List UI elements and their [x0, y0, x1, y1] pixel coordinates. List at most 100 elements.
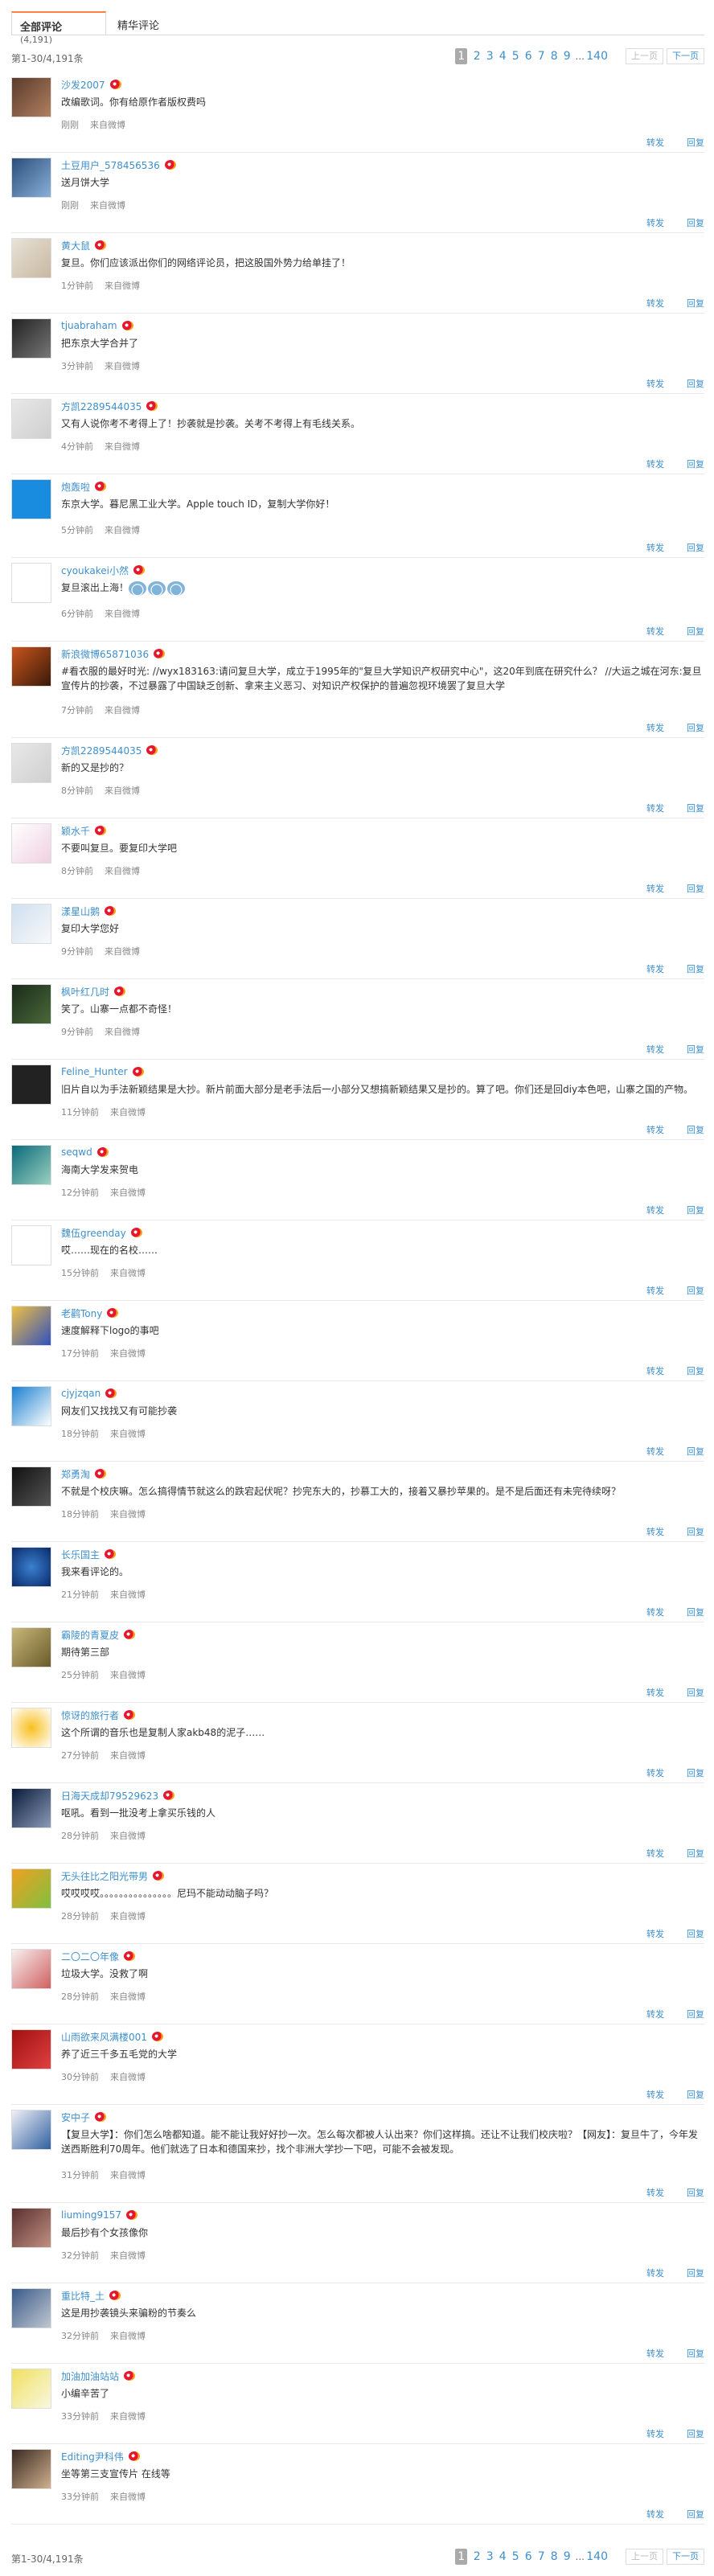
- forward-button[interactable]: 转发: [646, 216, 664, 229]
- forward-button[interactable]: 转发: [646, 1445, 664, 1458]
- username-link[interactable]: 无头往比之阳光带男: [61, 1869, 148, 1883]
- weibo-icon[interactable]: [95, 482, 107, 491]
- forward-button[interactable]: 转发: [646, 1364, 664, 1377]
- weibo-icon[interactable]: [126, 2210, 138, 2220]
- weibo-icon[interactable]: [151, 2032, 163, 2041]
- username-link[interactable]: 炮轰啦: [61, 480, 90, 494]
- forward-button[interactable]: 转发: [646, 2266, 664, 2279]
- reply-button[interactable]: 回复: [687, 136, 704, 149]
- weibo-icon[interactable]: [146, 401, 158, 411]
- page-7-link[interactable]: 7: [535, 50, 548, 63]
- forward-button[interactable]: 转发: [646, 2347, 664, 2360]
- page-8-link[interactable]: 8: [548, 50, 560, 63]
- weibo-icon[interactable]: [124, 1710, 136, 1720]
- reply-button[interactable]: 回复: [687, 2508, 704, 2521]
- username-link[interactable]: 魏伍greenday: [61, 1226, 126, 1240]
- page-7-link[interactable]: 7: [535, 2550, 548, 2563]
- forward-button[interactable]: 转发: [646, 1606, 664, 1618]
- avatar[interactable]: [11, 1547, 51, 1587]
- forward-button[interactable]: 转发: [646, 1204, 664, 1216]
- weibo-icon[interactable]: [124, 1630, 136, 1639]
- page-4-link[interactable]: 4: [496, 50, 509, 63]
- reply-button[interactable]: 回复: [687, 962, 704, 975]
- tab-all-comments[interactable]: 全部评论 (4,191): [11, 11, 106, 45]
- reply-button[interactable]: 回复: [687, 297, 704, 310]
- page-8-link[interactable]: 8: [548, 2550, 560, 2563]
- username-link[interactable]: 郑勇淘: [61, 1467, 90, 1481]
- weibo-icon[interactable]: [105, 1388, 117, 1398]
- forward-button[interactable]: 转发: [646, 1686, 664, 1699]
- username-link[interactable]: 老鹳Tony: [61, 1306, 102, 1320]
- weibo-icon[interactable]: [95, 1469, 107, 1479]
- weibo-icon[interactable]: [132, 1067, 144, 1077]
- reply-button[interactable]: 回复: [687, 1766, 704, 1779]
- page-4-link[interactable]: 4: [496, 2550, 509, 2563]
- username-link[interactable]: 加油加油站站: [61, 2369, 119, 2383]
- page-5-link[interactable]: 5: [509, 2550, 522, 2563]
- username-link[interactable]: 惊讶的旅行者: [61, 1708, 119, 1722]
- username-link[interactable]: 沙发2007: [61, 78, 105, 92]
- username-link[interactable]: seqwd: [61, 1146, 92, 1158]
- username-link[interactable]: 颖水千: [61, 824, 90, 838]
- page-3-link[interactable]: 3: [483, 2550, 496, 2563]
- forward-button[interactable]: 转发: [646, 1284, 664, 1297]
- username-link[interactable]: 漾星山鹅: [61, 904, 100, 918]
- avatar[interactable]: [11, 984, 51, 1024]
- reply-button[interactable]: 回复: [687, 2186, 704, 2199]
- username-link[interactable]: cjyjzqan: [61, 1388, 101, 1399]
- avatar[interactable]: [11, 1466, 51, 1507]
- reply-button[interactable]: 回复: [687, 1204, 704, 1216]
- forward-button[interactable]: 转发: [646, 457, 664, 470]
- forward-button[interactable]: 转发: [646, 2508, 664, 2521]
- weibo-icon[interactable]: [124, 2371, 136, 2381]
- username-link[interactable]: cyoukakei小然: [61, 564, 129, 577]
- username-link[interactable]: 方凯2289544035: [61, 744, 142, 757]
- reply-button[interactable]: 回复: [687, 1525, 704, 1538]
- username-link[interactable]: Editing尹科伟: [61, 2450, 124, 2463]
- forward-button[interactable]: 转发: [646, 297, 664, 310]
- username-link[interactable]: 二〇二〇年像: [61, 1950, 119, 1963]
- forward-button[interactable]: 转发: [646, 1847, 664, 1860]
- avatar[interactable]: [11, 158, 51, 198]
- weibo-icon[interactable]: [107, 1308, 119, 1318]
- page-6-link[interactable]: 6: [522, 50, 535, 63]
- avatar[interactable]: [11, 318, 51, 359]
- forward-button[interactable]: 转发: [646, 1525, 664, 1538]
- forward-button[interactable]: 转发: [646, 1766, 664, 1779]
- forward-button[interactable]: 转发: [646, 1927, 664, 1940]
- weibo-icon[interactable]: [128, 2451, 140, 2461]
- weibo-icon[interactable]: [109, 80, 121, 89]
- page-2-link[interactable]: 2: [470, 2550, 483, 2563]
- reply-button[interactable]: 回复: [687, 1606, 704, 1618]
- weibo-icon[interactable]: [96, 1147, 109, 1157]
- reply-button[interactable]: 回复: [687, 1847, 704, 1860]
- weibo-icon[interactable]: [95, 240, 107, 250]
- avatar[interactable]: [11, 77, 51, 117]
- page-5-link[interactable]: 5: [509, 50, 522, 63]
- username-link[interactable]: Feline_Hunter: [61, 1066, 128, 1077]
- weibo-icon[interactable]: [95, 826, 107, 835]
- reply-button[interactable]: 回复: [687, 2088, 704, 2101]
- username-link[interactable]: tjuabraham: [61, 320, 117, 331]
- avatar[interactable]: [11, 1064, 51, 1105]
- weibo-icon[interactable]: [153, 1871, 165, 1881]
- avatar[interactable]: [11, 646, 51, 687]
- reply-button[interactable]: 回复: [687, 1927, 704, 1940]
- username-link[interactable]: 土豆用户_578456536: [61, 158, 160, 172]
- avatar[interactable]: [11, 1225, 51, 1265]
- reply-button[interactable]: 回复: [687, 2008, 704, 2020]
- weibo-icon[interactable]: [154, 649, 166, 658]
- reply-button[interactable]: 回复: [687, 541, 704, 554]
- forward-button[interactable]: 转发: [646, 721, 664, 734]
- weibo-icon[interactable]: [105, 1549, 117, 1559]
- weibo-icon[interactable]: [121, 321, 133, 330]
- prev-page-button[interactable]: 上一页: [626, 2549, 663, 2565]
- reply-button[interactable]: 回复: [687, 802, 704, 814]
- tab-featured-comments[interactable]: 精华评论: [109, 11, 178, 35]
- page-last-link[interactable]: 140: [586, 50, 608, 63]
- forward-button[interactable]: 转发: [646, 136, 664, 149]
- reply-button[interactable]: 回复: [687, 1364, 704, 1377]
- page-9-link[interactable]: 9: [560, 50, 573, 63]
- username-link[interactable]: 安中子: [61, 2110, 90, 2124]
- avatar[interactable]: [11, 743, 51, 783]
